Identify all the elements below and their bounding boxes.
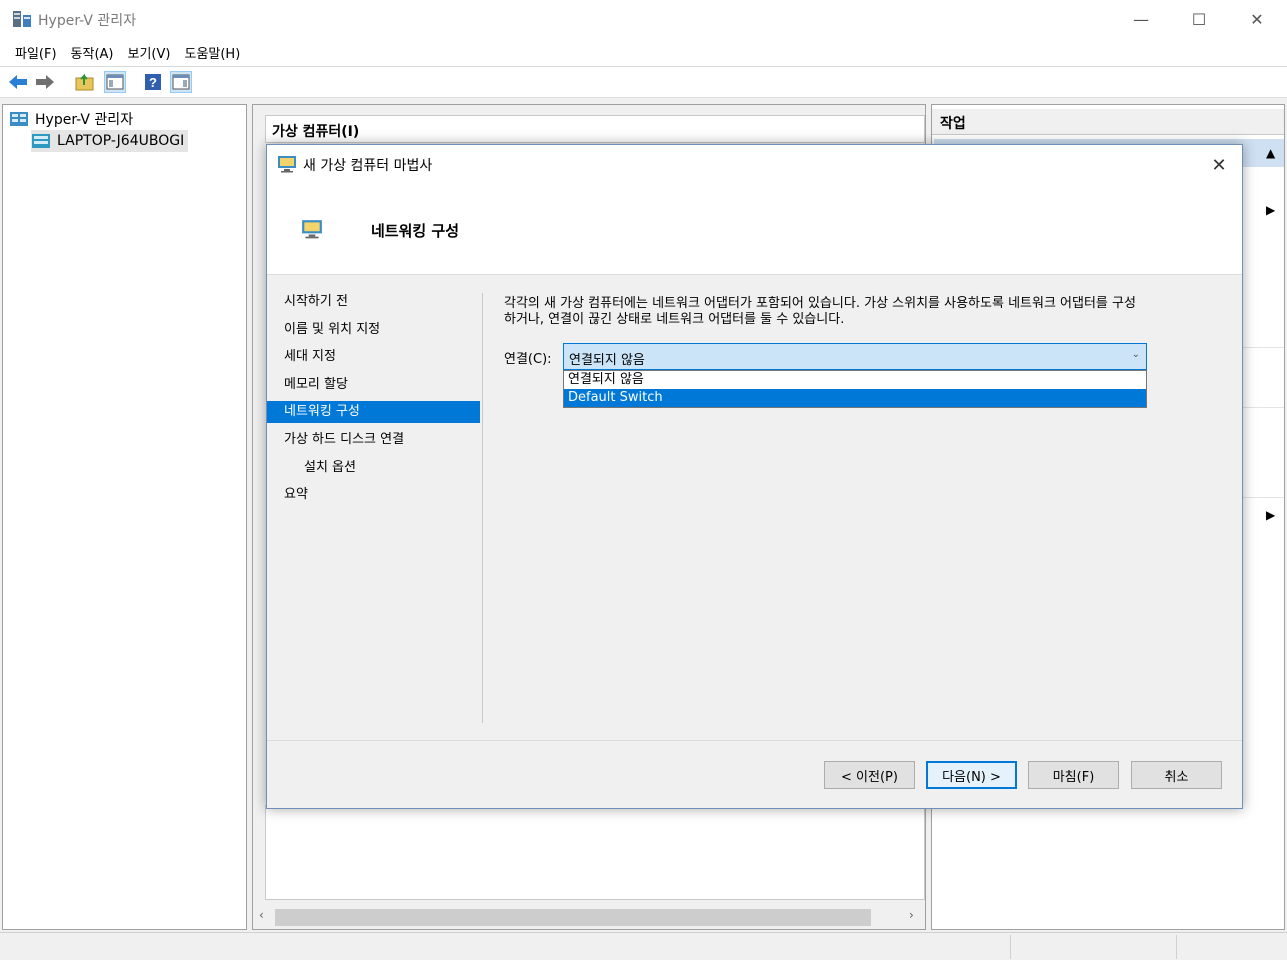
actions-header: 작업 <box>932 109 1284 135</box>
forward-arrow-icon <box>36 75 54 89</box>
maximize-button[interactable]: ☐ <box>1170 0 1228 39</box>
chevron-down-icon[interactable]: ⌄ <box>1132 349 1140 360</box>
scrollbar-thumb[interactable] <box>275 909 871 926</box>
close-window-button[interactable]: ✕ <box>1228 0 1286 39</box>
cancel-button[interactable]: 취소 <box>1131 761 1222 789</box>
next-button[interactable]: 다음(N) > <box>926 761 1017 789</box>
menu-action[interactable]: 동작(A) <box>64 43 121 62</box>
console-tree: Hyper-V 관리자 LAPTOP-J64UBOGI <box>2 104 247 930</box>
connection-combobox[interactable]: 연결되지 않음 ⌄ <box>563 343 1147 370</box>
collapse-up-icon[interactable]: ▲ <box>1266 146 1275 160</box>
close-icon: ✕ <box>1250 10 1264 29</box>
status-separator <box>1010 935 1011 959</box>
close-icon: ✕ <box>1211 154 1227 176</box>
actions-title: 작업 <box>940 116 966 132</box>
menu-bar: 파일(F) 동작(A) 보기(V) 도움말(H) <box>0 39 1287 67</box>
virtual-machines-panel-header: 가상 컴퓨터(I) <box>265 115 925 143</box>
tree-root-hyper-v-manager[interactable]: Hyper-V 관리자 <box>9 108 137 130</box>
show-hide-action-pane-icon <box>172 74 190 90</box>
scroll-left-icon[interactable]: ‹ <box>259 908 264 922</box>
minimize-button[interactable]: — <box>1112 0 1170 39</box>
hyper-v-manager-icon <box>10 112 28 126</box>
tree-node-laptop[interactable]: LAPTOP-J64UBOGI <box>31 130 189 152</box>
menu-help[interactable]: 도움말(H) <box>177 43 247 62</box>
help-icon: ? <box>145 74 161 90</box>
wizard-footer-divider <box>267 740 1242 741</box>
description-line-1: 각각의 새 가상 컴퓨터에는 네트워크 어댑터가 포함되어 있습니다. 가상 스… <box>504 296 1136 311</box>
connection-option-default-switch[interactable]: Default Switch <box>564 389 1146 407</box>
description-line-2: 하거나, 연결이 끊긴 상태로 네트워크 어댑터를 둘 수 있습니다. <box>504 312 845 327</box>
menu-file[interactable]: 파일(F) <box>8 43 64 62</box>
window-titlebar: Hyper-V 관리자 — ☐ ✕ <box>0 0 1287 39</box>
wizard-step-networking[interactable]: 네트워킹 구성 <box>267 401 480 423</box>
forward-button[interactable] <box>34 71 56 93</box>
up-folder-icon <box>75 73 94 91</box>
vm-wizard-icon <box>278 156 296 173</box>
previous-button[interactable]: < 이전(P) <box>824 761 915 789</box>
tree-root-label: Hyper-V 관리자 <box>35 112 134 128</box>
menu-view[interactable]: 보기(V) <box>121 43 178 62</box>
status-bar <box>0 932 1287 960</box>
hyper-v-app-icon <box>13 11 31 27</box>
tree-node-label: LAPTOP-J64UBOGI <box>57 133 185 149</box>
wizard-step-memory[interactable]: 메모리 할당 <box>267 374 480 396</box>
wizard-step-before-you-begin[interactable]: 시작하기 전 <box>267 291 480 313</box>
wizard-header: 새 가상 컴퓨터 마법사 ✕ 네트워킹 구성 <box>267 145 1242 275</box>
wizard-page-title: 네트워킹 구성 <box>371 222 460 240</box>
wizard-step-virtual-hard-disk[interactable]: 가상 하드 디스크 연결 <box>267 429 480 451</box>
svg-text:?: ? <box>149 75 157 90</box>
back-button[interactable] <box>7 71 29 93</box>
status-separator <box>1176 935 1177 959</box>
scroll-right-icon[interactable]: › <box>909 908 914 922</box>
new-vm-wizard-dialog: 새 가상 컴퓨터 마법사 ✕ 네트워킹 구성 시작하기 전 이름 및 위치 지정… <box>266 144 1243 809</box>
wizard-close-button[interactable]: ✕ <box>1202 151 1236 179</box>
help-button[interactable]: ? <box>142 71 164 93</box>
submenu-arrow-icon[interactable]: ▶ <box>1266 508 1275 522</box>
networking-page-icon <box>302 220 322 239</box>
back-arrow-icon <box>9 75 27 89</box>
wizard-title: 새 가상 컴퓨터 마법사 <box>303 158 433 174</box>
connection-dropdown-list: 연결되지 않음 Default Switch <box>563 370 1147 408</box>
maximize-icon: ☐ <box>1191 10 1207 29</box>
show-hide-console-tree-icon <box>106 74 124 90</box>
minimize-icon: — <box>1133 10 1149 29</box>
wizard-step-name-location[interactable]: 이름 및 위치 지정 <box>267 319 480 341</box>
connection-option-not-connected[interactable]: 연결되지 않음 <box>564 371 1146 389</box>
server-icon <box>32 134 50 148</box>
connection-selected-value: 연결되지 않음 <box>569 353 645 368</box>
toolbar: ? <box>0 67 1287 98</box>
virtual-machines-title: 가상 컴퓨터(I) <box>272 124 360 140</box>
show-hide-action-pane-button[interactable] <box>170 71 192 93</box>
networking-description: 각각의 새 가상 컴퓨터에는 네트워크 어댑터가 포함되어 있습니다. 가상 스… <box>504 296 1224 328</box>
show-hide-console-tree-button[interactable] <box>104 71 126 93</box>
window-title: Hyper-V 관리자 <box>38 13 137 29</box>
wizard-step-installation-options[interactable]: 설치 옵션 <box>267 457 480 479</box>
wizard-step-generation[interactable]: 세대 지정 <box>267 346 480 368</box>
up-one-level-button[interactable] <box>74 71 96 93</box>
horizontal-scrollbar[interactable]: ‹ › <box>253 905 925 929</box>
center-lower-list <box>265 805 925 900</box>
finish-button[interactable]: 마침(F) <box>1028 761 1119 789</box>
wizard-nav-divider <box>482 293 483 723</box>
submenu-arrow-icon[interactable]: ▶ <box>1266 203 1275 217</box>
connection-label: 연결(C): <box>504 352 552 367</box>
wizard-step-summary[interactable]: 요약 <box>267 484 480 506</box>
